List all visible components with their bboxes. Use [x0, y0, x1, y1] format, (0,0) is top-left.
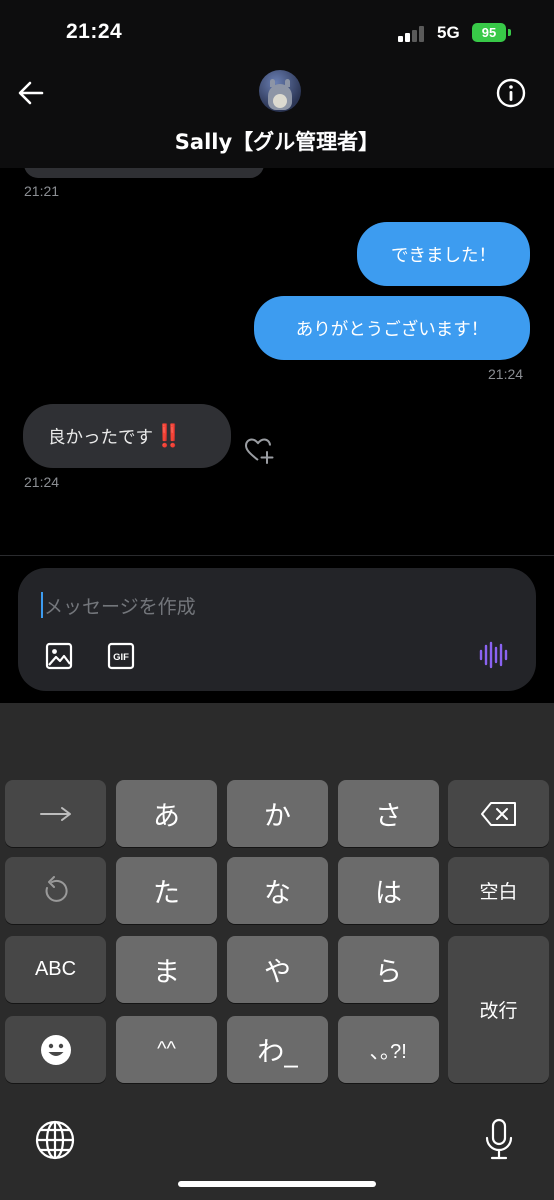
- key-sa[interactable]: さ: [338, 780, 439, 847]
- chat-header: Sally【グル管理者】: [0, 66, 554, 168]
- key-ra[interactable]: ら: [338, 936, 439, 1003]
- key-arrow-right[interactable]: [5, 780, 106, 847]
- info-button[interactable]: [495, 77, 527, 109]
- avatar[interactable]: [259, 70, 301, 112]
- message-text: ありがとうございます！: [295, 319, 489, 340]
- key-enter[interactable]: 改行: [448, 936, 549, 1083]
- message-input[interactable]: メッセージを作成: [44, 592, 196, 619]
- message-text: できました！: [391, 245, 496, 266]
- key-emoji[interactable]: [5, 1016, 106, 1083]
- message-text: 良かったです: [48, 427, 153, 448]
- key-ma[interactable]: ま: [116, 936, 217, 1003]
- voice-waveform-icon: [479, 641, 508, 669]
- key-undo[interactable]: [5, 857, 106, 924]
- key-kaomoji[interactable]: ^^: [116, 1016, 217, 1083]
- battery-level: 95: [481, 25, 497, 40]
- message-bubble-outgoing[interactable]: ありがとうございます！: [254, 296, 530, 360]
- dictation-button[interactable]: [477, 1118, 521, 1162]
- keyboard: あ か さ た な は 空白 ABC ま や ら 改行 ^^ わ_ ､｡?!: [0, 703, 554, 1200]
- battery-tip: [508, 29, 511, 36]
- key-ha[interactable]: は: [338, 857, 439, 924]
- status-bar: 21:24 5G 95: [0, 0, 554, 66]
- message-list[interactable]: 21:21 できました！ ありがとうございます！ 21:24 良かったです ‼️…: [0, 168, 554, 556]
- arrow-right-icon: [39, 806, 71, 821]
- key-ka[interactable]: か: [227, 780, 328, 847]
- key-punctuation[interactable]: ､｡?!: [338, 1016, 439, 1083]
- message-bubble-incoming-partial[interactable]: [24, 168, 264, 178]
- key-wa[interactable]: わ_: [227, 1016, 328, 1083]
- divider: [0, 555, 554, 556]
- message-bubble-incoming[interactable]: 良かったです ‼️: [23, 404, 231, 468]
- message-timestamp: 21:24: [488, 366, 524, 382]
- undo-icon: [45, 875, 68, 902]
- page-title[interactable]: Sally【グル管理者】: [0, 126, 554, 156]
- globe-button[interactable]: [33, 1118, 77, 1162]
- add-reaction-button[interactable]: [243, 436, 277, 466]
- key-abc[interactable]: ABC: [5, 936, 106, 1003]
- emoji-icon: [40, 1034, 71, 1065]
- battery-icon: 95: [472, 23, 506, 42]
- back-arrow-icon: [18, 81, 44, 105]
- signal-strength-icon: [398, 26, 426, 42]
- back-button[interactable]: [12, 74, 50, 112]
- globe-icon: [35, 1120, 75, 1160]
- key-na[interactable]: な: [227, 857, 328, 924]
- heart-plus-icon: [245, 438, 274, 464]
- message-bubble-outgoing[interactable]: できました！: [357, 222, 530, 286]
- home-indicator[interactable]: [178, 1181, 376, 1187]
- message-timestamp: 21:24: [24, 474, 60, 490]
- gif-label: GIF: [113, 652, 129, 663]
- key-backspace[interactable]: [448, 780, 549, 847]
- message-timestamp: 21:21: [24, 183, 60, 199]
- network-type: 5G: [437, 23, 460, 42]
- gif-button[interactable]: GIF: [106, 641, 136, 671]
- image-icon: [45, 642, 73, 670]
- backspace-icon: [480, 801, 516, 826]
- gif-icon: GIF: [107, 642, 135, 670]
- status-time: 21:24: [66, 20, 123, 43]
- key-ya[interactable]: や: [227, 936, 328, 1003]
- key-space[interactable]: 空白: [448, 857, 549, 924]
- key-a[interactable]: あ: [116, 780, 217, 847]
- voice-message-button[interactable]: [478, 640, 510, 670]
- key-ta[interactable]: た: [116, 857, 217, 924]
- info-icon: [496, 78, 526, 108]
- message-composer[interactable]: メッセージを作成 GIF: [18, 568, 536, 691]
- image-button[interactable]: [44, 641, 74, 671]
- microphone-icon: [485, 1118, 513, 1160]
- double-exclamation-emoji: ‼️: [155, 423, 182, 449]
- text-caret: [41, 592, 43, 618]
